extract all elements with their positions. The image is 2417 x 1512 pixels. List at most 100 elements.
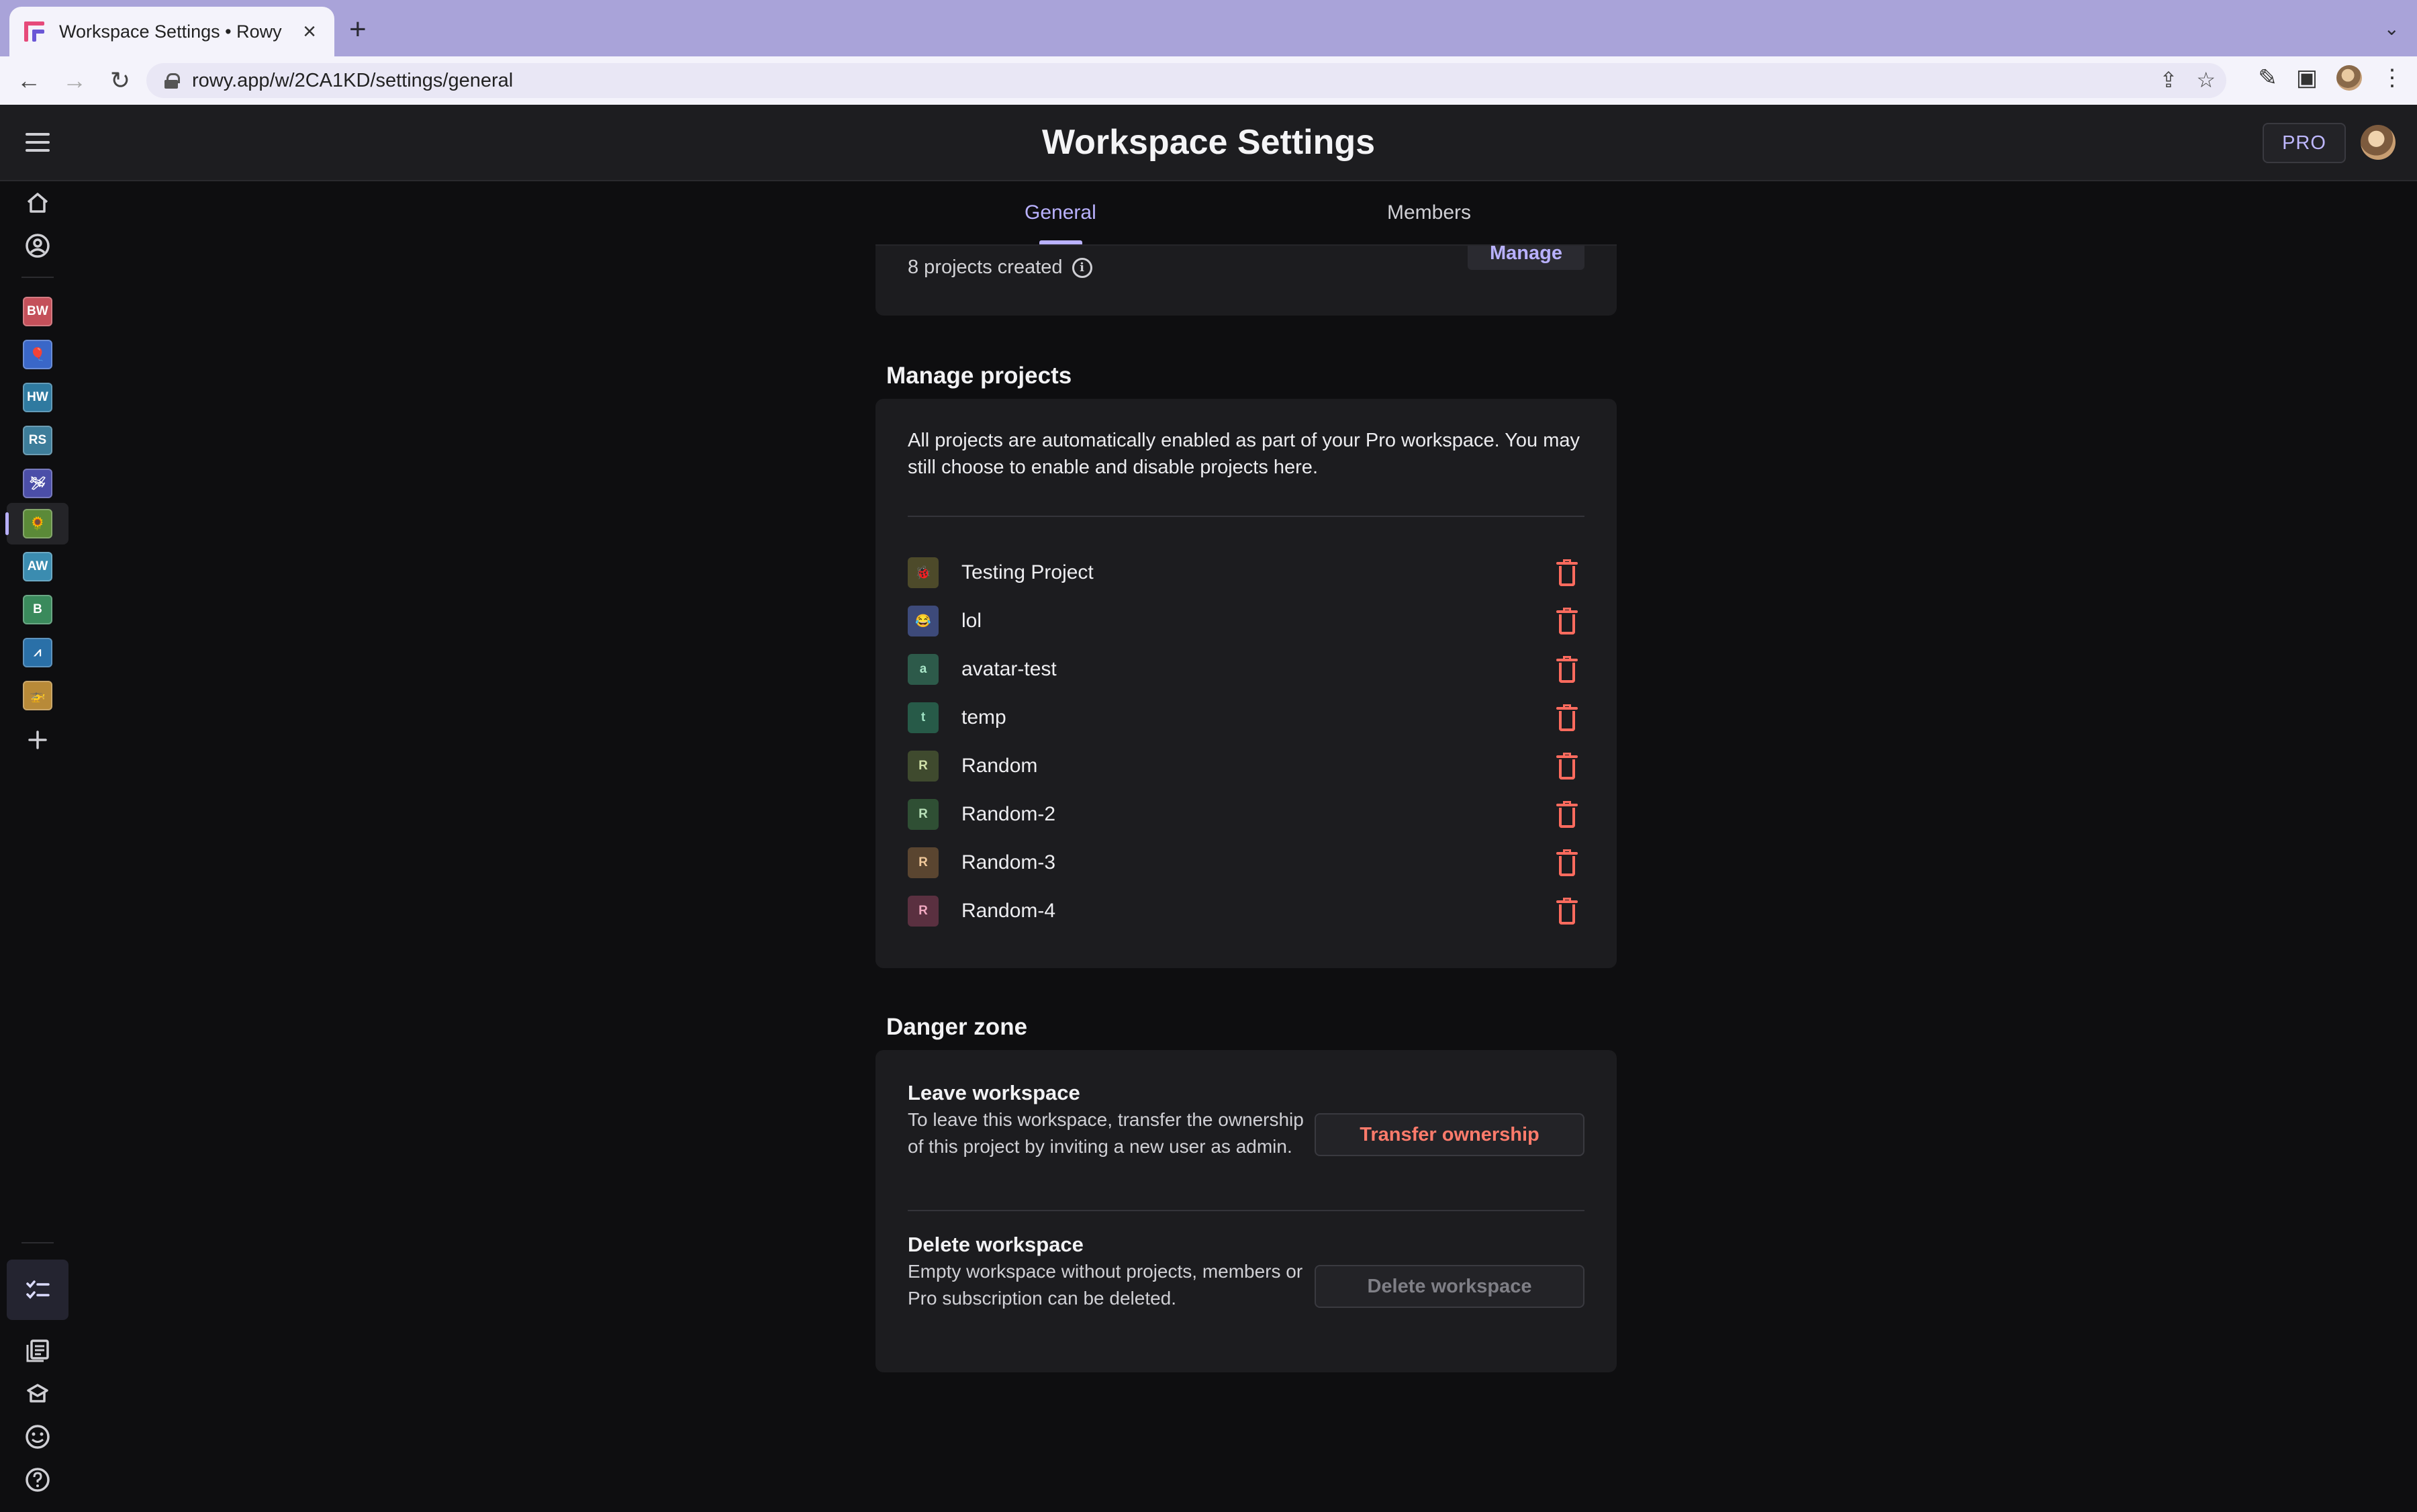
sidebar: BW 🎈 HW RS 🛩 🌻 AW B ⩘ 🚁 (0, 181, 75, 1512)
delete-workspace-button[interactable]: Delete workspace (1315, 1265, 1584, 1308)
sidebar-project-3[interactable]: RS (23, 426, 52, 455)
chevron-down-icon[interactable]: ⌄ (2384, 17, 2400, 40)
address-bar[interactable]: rowy.app/w/2CA1KD/settings/general ⇪ ☆ (146, 63, 2226, 98)
delete-icon[interactable] (1556, 559, 1578, 586)
star-icon[interactable]: ☆ (2196, 67, 2216, 93)
project-name: Random-3 (961, 851, 1056, 873)
delete-icon[interactable] (1556, 801, 1578, 828)
sidebar-project-4[interactable]: 🛩 (23, 469, 52, 498)
sidebar-project-0[interactable]: BW (23, 297, 52, 326)
app-root: Workspace Settings • Rowy × + ⌄ ← → ↻ ro… (0, 0, 2417, 1512)
extensions-icon[interactable]: ✎ (2258, 64, 2277, 91)
school-icon[interactable] (24, 1380, 51, 1407)
sidebar-active-indicator (5, 512, 9, 535)
project-name: lol (961, 610, 982, 632)
divider (908, 1210, 1584, 1211)
sidebar-divider (21, 277, 54, 278)
sidebar-project-6[interactable]: AW (23, 552, 52, 581)
side-panel-icon[interactable]: ▣ (2296, 64, 2318, 91)
rowy-favicon-icon (24, 21, 44, 42)
list-item: R Random-2 (908, 798, 1584, 831)
new-tab-icon[interactable]: + (349, 15, 367, 44)
projects-created-text: 8 projects created (908, 256, 1063, 278)
delete-workspace-description: Empty workspace without projects, member… (908, 1261, 1303, 1309)
address-url: rowy.app/w/2CA1KD/settings/general (192, 69, 514, 91)
sidebar-project-9[interactable]: 🚁 (23, 681, 52, 710)
help-icon[interactable] (24, 1466, 51, 1493)
back-arrow-icon[interactable]: ← (12, 66, 46, 95)
sidebar-project-5[interactable]: 🌻 (23, 509, 52, 538)
projects-created: 8 projects created i (908, 256, 1092, 279)
sidebar-project-1[interactable]: 🎈 (23, 340, 52, 369)
delete-icon[interactable] (1556, 608, 1578, 634)
project-name: temp (961, 706, 1006, 728)
browser-tab-title: Workspace Settings • Rowy (59, 21, 282, 42)
browser-tab[interactable]: Workspace Settings • Rowy × (9, 7, 334, 56)
delete-icon[interactable] (1556, 898, 1578, 925)
delete-icon[interactable] (1556, 656, 1578, 683)
manage-projects-card: All projects are automatically enabled a… (875, 399, 1617, 968)
user-avatar[interactable] (2361, 125, 2396, 160)
project-avatar: R (908, 751, 939, 782)
usage-card: 8 projects created i Manage (875, 236, 1617, 316)
divider (908, 516, 1584, 517)
delete-icon[interactable] (1556, 753, 1578, 779)
list-item: 🐞 Testing Project (908, 556, 1584, 589)
sidebar-project-2[interactable]: HW (23, 383, 52, 412)
project-name: Random-2 (961, 803, 1056, 825)
info-icon[interactable]: i (1072, 257, 1092, 278)
browser-profile-avatar[interactable] (2336, 65, 2362, 91)
list-item: t temp (908, 701, 1584, 735)
leave-workspace-description: To leave this workspace, transfer the ow… (908, 1109, 1304, 1157)
list-item: a avatar-test (908, 653, 1584, 686)
delete-icon[interactable] (1556, 704, 1578, 731)
project-name: Random (961, 755, 1038, 777)
feedback-smile-icon[interactable] (24, 1423, 51, 1450)
add-project-icon[interactable] (24, 726, 51, 753)
list-item: R Random (908, 749, 1584, 783)
docs-library-icon[interactable] (24, 1337, 51, 1364)
kebab-menu-icon[interactable]: ⋮ (2381, 64, 2404, 91)
close-icon[interactable]: × (299, 19, 320, 45)
delete-icon[interactable] (1556, 849, 1578, 876)
browser-tabbar: Workspace Settings • Rowy × + ⌄ (0, 0, 2417, 56)
checklist-icon[interactable] (24, 1277, 51, 1304)
app-header: Workspace Settings PRO (0, 105, 2417, 181)
transfer-ownership-button[interactable]: Transfer ownership (1315, 1113, 1584, 1156)
manage-projects-title: Manage projects (886, 363, 1072, 389)
danger-zone-title: Danger zone (886, 1014, 1028, 1040)
list-item: R Random-4 (908, 894, 1584, 928)
project-avatar: 🐞 (908, 557, 939, 588)
tab-members[interactable]: Members (1387, 201, 1471, 224)
browser-toolbar: ← → ↻ rowy.app/w/2CA1KD/settings/general… (0, 56, 2417, 105)
settings-tabs: General Members (875, 181, 1617, 246)
sidebar-divider-bottom (21, 1242, 54, 1243)
danger-zone-card: Leave workspace To leave this workspace,… (875, 1050, 1617, 1372)
reload-icon[interactable]: ↻ (103, 66, 137, 95)
project-name: Testing Project (961, 561, 1094, 583)
leave-workspace-title: Leave workspace (908, 1081, 1080, 1104)
active-tab-indicator (1039, 240, 1082, 244)
list-item: R Random-3 (908, 846, 1584, 880)
page-title: Workspace Settings (1041, 123, 1376, 162)
list-item: 😂 lol (908, 604, 1584, 638)
project-name: Random-4 (961, 900, 1056, 922)
project-avatar: R (908, 847, 939, 878)
tab-general[interactable]: General (1025, 201, 1096, 224)
project-avatar: 😂 (908, 606, 939, 636)
manage-projects-description: All projects are automatically enabled a… (908, 430, 1580, 478)
project-avatar: t (908, 702, 939, 733)
sidebar-project-7[interactable]: B (23, 595, 52, 624)
delete-workspace-title: Delete workspace (908, 1233, 1084, 1256)
project-name: avatar-test (961, 658, 1057, 680)
account-circle-icon[interactable] (24, 232, 51, 259)
forward-arrow-icon[interactable]: → (58, 66, 91, 95)
pro-badge[interactable]: PRO (2263, 123, 2346, 163)
home-icon[interactable] (24, 189, 51, 216)
sidebar-project-8[interactable]: ⩘ (23, 638, 52, 667)
project-avatar: R (908, 896, 939, 927)
lock-icon (164, 73, 180, 89)
project-avatar: a (908, 654, 939, 685)
share-icon[interactable]: ⇪ (2160, 67, 2178, 93)
project-avatar: R (908, 799, 939, 830)
